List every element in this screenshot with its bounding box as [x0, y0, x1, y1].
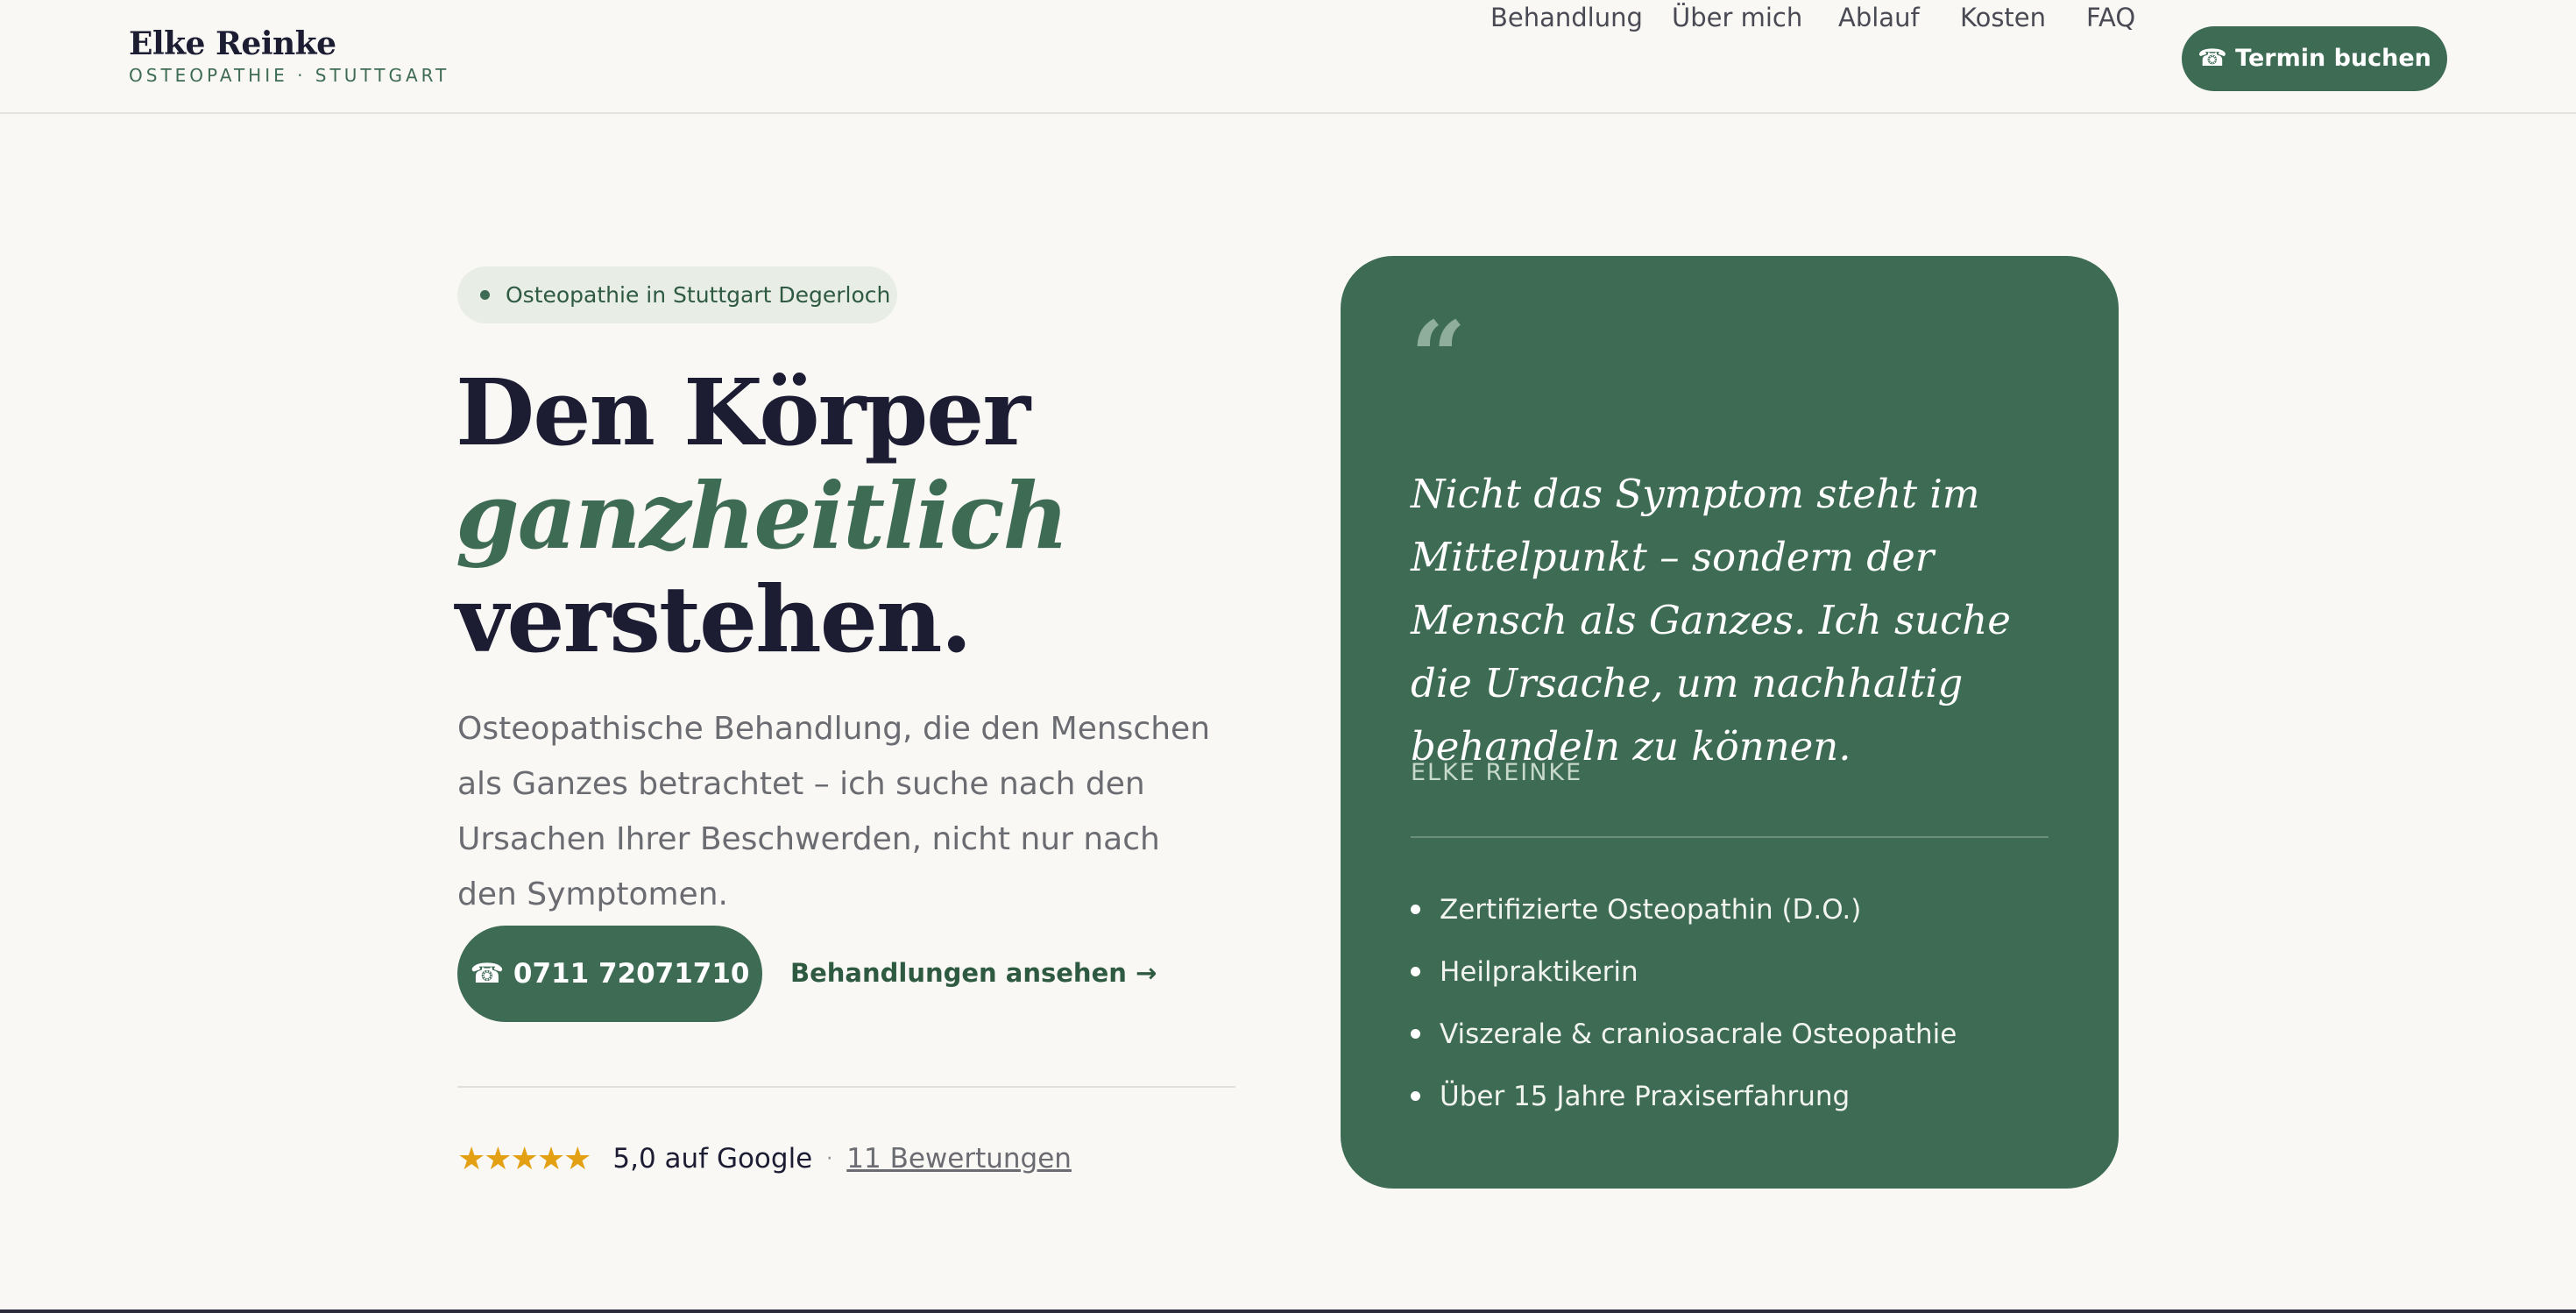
credential-text: Über 15 Jahre Praxiserfahrung [1440, 1080, 1851, 1112]
credential-text: Viszerale & craniosacrale Osteopathie [1440, 1018, 1957, 1050]
nav-item-ueber-mich[interactable]: Über mich [1672, 0, 1802, 35]
hero-divider [457, 1086, 1235, 1088]
bullet-icon [1411, 1029, 1420, 1039]
quote-mark-icon: “ [1411, 300, 1467, 413]
brand-subtitle: OSTEOPATHIE · STUTTGART [129, 65, 450, 86]
list-item: Zertifizierte Osteopathin (D.O.) [1411, 878, 1957, 940]
headline-accent: ganzheitlich [456, 462, 1069, 570]
headline-line-3: verstehen. [456, 565, 973, 673]
bullet-icon [1411, 967, 1420, 976]
rating-separator: · [826, 1147, 833, 1170]
location-badge: Osteopathie in Stuttgart Degerloch [457, 266, 897, 323]
google-rating: ★★★★★ 5,0 auf Google · 11 Bewertungen [457, 1139, 1072, 1178]
badge-dot-icon [480, 290, 490, 300]
credential-text: Zertifizierte Osteopathin (D.O.) [1440, 893, 1862, 926]
nav-item-behandlung[interactable]: Behandlung [1490, 0, 1643, 35]
quote-card: “ Nicht das Symptom steht im Mittelpunkt… [1341, 256, 2119, 1189]
card-divider [1411, 836, 2049, 838]
bullet-icon [1411, 905, 1420, 914]
rating-stars-icon: ★★★★★ [457, 1140, 591, 1177]
list-item: Heilpraktikerin [1411, 940, 1957, 1003]
brand-logo[interactable]: Elke Reinke OSTEOPATHIE · STUTTGART [129, 25, 449, 86]
list-item: Über 15 Jahre Praxiserfahrung [1411, 1065, 1957, 1127]
call-phone-button[interactable]: ☎ 0711 72071710 [457, 926, 762, 1022]
badge-text: Osteopathie in Stuttgart Degerloch [506, 282, 891, 308]
bullet-icon [1411, 1091, 1420, 1101]
brand-name: Elke Reinke [129, 25, 336, 62]
list-item: Viszerale & craniosacrale Osteopathie [1411, 1003, 1957, 1065]
nav-item-ablauf[interactable]: Ablauf [1838, 0, 1920, 35]
view-treatments-link[interactable]: Behandlungen ansehen → [790, 955, 1157, 990]
quote-author: ELKE REINKE [1411, 759, 1583, 786]
rating-score: 5,0 auf Google [612, 1143, 813, 1175]
credential-text: Heilpraktikerin [1440, 955, 1638, 988]
bottom-edge [0, 1309, 2576, 1313]
nav-item-faq[interactable]: FAQ [2086, 0, 2135, 35]
credentials-list: Zertifizierte Osteopathin (D.O.) Heilpra… [1411, 878, 1957, 1127]
nav-item-kosten[interactable]: Kosten [1960, 0, 2046, 35]
headline-line-1: Den Körper [456, 358, 1030, 466]
hero-lead-text: Osteopathische Behandlung, die den Mensc… [457, 711, 1211, 912]
hero-headline: Den Körper ganzheitlich verstehen. [456, 361, 1244, 671]
quote-text: Nicht das Symptom steht im Mittelpunkt –… [1411, 471, 2011, 770]
book-appointment-button[interactable]: ☎ Termin buchen [2182, 26, 2447, 91]
site-header: Elke Reinke OSTEOPATHIE · STUTTGART Beha… [0, 0, 2576, 114]
reviews-link[interactable]: 11 Bewertungen [846, 1143, 1072, 1175]
